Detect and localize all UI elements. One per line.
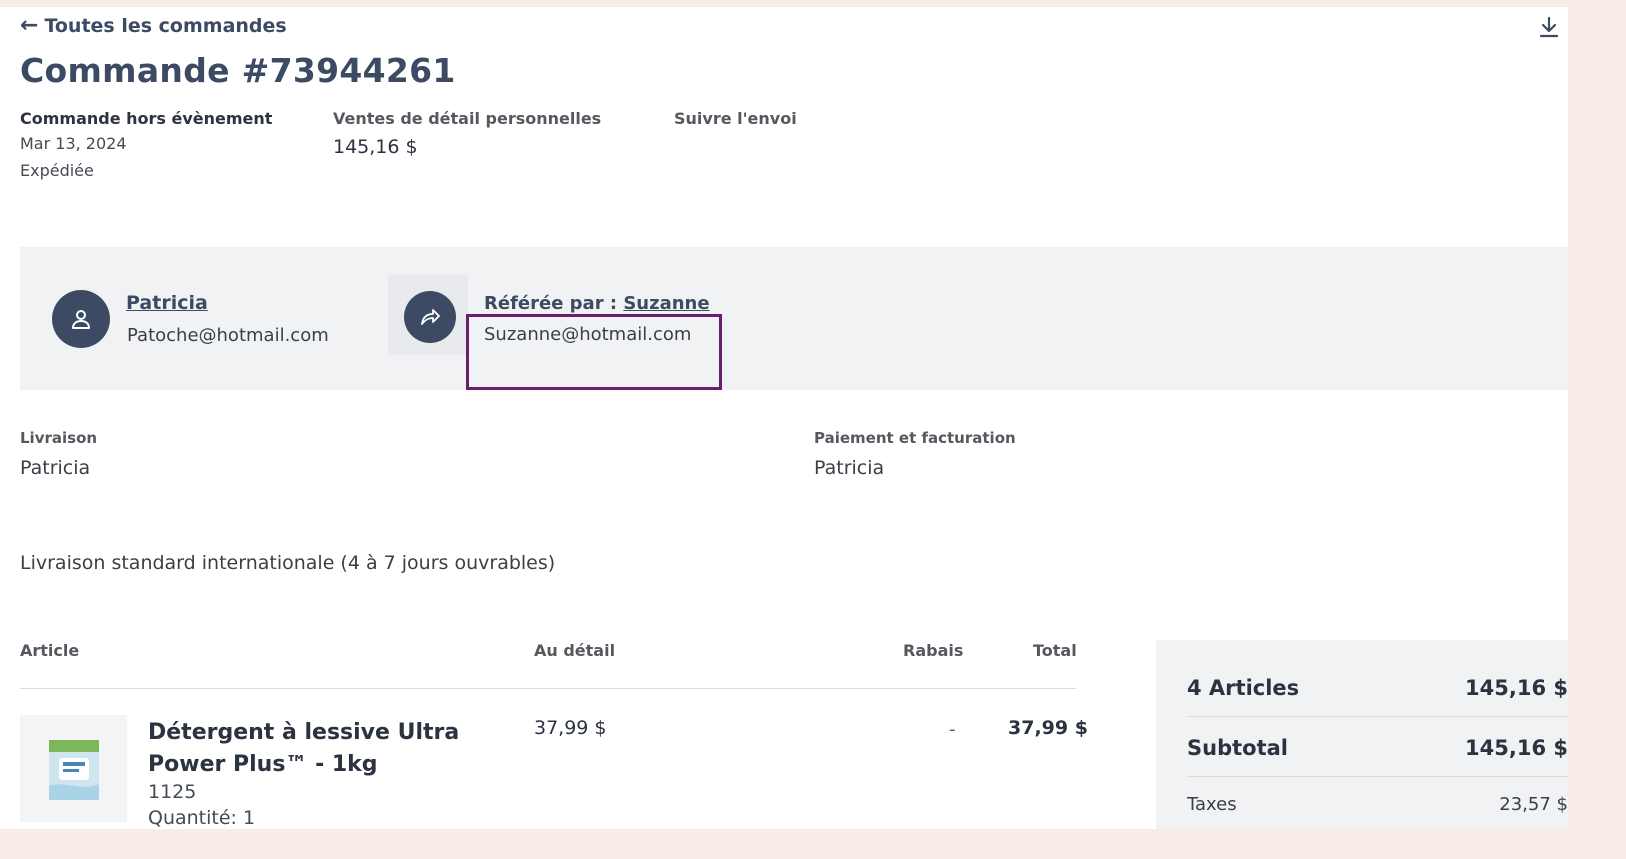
referrer-line: Référée par : Suzanne [484, 293, 710, 314]
summary-taxes-row: Taxes 23,57 $ [1187, 794, 1568, 815]
tracking-meta: Suivre l'envoi [674, 109, 797, 128]
shipping-label: Livraison [20, 429, 98, 447]
page-title: Commande #73944261 [20, 51, 456, 90]
product-name: Détergent à lessive Ultra Power Plus™ - … [148, 720, 460, 777]
order-type: Commande hors évènement [20, 109, 273, 128]
sales-meta: Ventes de détail personnelles 145,16 $ [333, 109, 601, 158]
divider [1187, 716, 1568, 717]
summary-articles-label: 4 Articles [1187, 676, 1300, 700]
product-quantity: Quantité: 1 [148, 807, 256, 829]
column-header-retail: Au détail [534, 641, 616, 660]
summary-taxes-value: 23,57 $ [1499, 794, 1568, 815]
highlight-box [466, 314, 722, 390]
shipping-address: Livraison Patricia [20, 429, 97, 479]
summary-taxes-label: Taxes [1187, 794, 1237, 815]
contact-band: Patricia Patoche@hotmail.com Référée par… [20, 247, 1568, 390]
order-status: Expédiée [20, 161, 94, 180]
referrer-prefix: Référée par : [484, 293, 624, 314]
billing-address: Paiement et facturation Patricia [814, 429, 1016, 479]
divider [1187, 776, 1568, 777]
download-icon[interactable] [1538, 15, 1560, 39]
referrer-avatar [404, 291, 456, 343]
share-icon [421, 309, 440, 325]
column-header-discount: Rabais [903, 641, 964, 660]
back-link-label: Toutes les commandes [44, 15, 287, 37]
shipping-method: Livraison standard internationale (4 à 7… [20, 552, 556, 574]
order-summary: 4 Articles 145,16 $ Subtotal 145,16 $ Ta… [1156, 640, 1568, 829]
summary-subtotal-value: 145,16 $ [1465, 736, 1568, 760]
summary-subtotal-row: Subtotal 145,16 $ [1187, 736, 1568, 760]
billing-name: Patricia [814, 457, 885, 479]
product-retail-price: 37,99 $ [534, 717, 607, 739]
billing-label: Paiement et facturation [814, 429, 1016, 447]
column-header-total: Total [1033, 641, 1077, 660]
column-header-article: Article [20, 641, 80, 660]
customer-name-link[interactable]: Patricia [126, 292, 208, 314]
detergent-pouch-icon [48, 739, 99, 800]
product-image [20, 715, 127, 822]
arrow-left-icon: ← [20, 13, 39, 38]
product-sku: 1125 [148, 781, 197, 803]
order-date: Mar 13, 2024 [20, 134, 127, 153]
track-shipment-link[interactable]: Suivre l'envoi [674, 109, 797, 128]
summary-subtotal-label: Subtotal [1187, 736, 1288, 760]
sales-value: 145,16 $ [333, 136, 418, 158]
divider [20, 688, 1076, 689]
product-total: 37,99 $ [1008, 717, 1088, 739]
summary-articles-row: 4 Articles 145,16 $ [1187, 676, 1568, 700]
user-icon [72, 310, 90, 329]
shipping-name: Patricia [20, 457, 91, 479]
order-detail-page: ← Toutes les commandes Commande #7394426… [0, 7, 1568, 829]
referrer-name-link[interactable]: Suzanne [623, 293, 709, 314]
sales-label: Ventes de détail personnelles [333, 109, 602, 128]
referrer-avatar-wrap [388, 275, 468, 355]
customer-email: Patoche@hotmail.com [127, 325, 329, 346]
product-discount: - [949, 719, 956, 740]
back-link[interactable]: ← Toutes les commandes [20, 13, 287, 38]
summary-articles-value: 145,16 $ [1465, 676, 1568, 700]
order-meta: Commande hors évènement Mar 13, 2024 Exp… [20, 109, 272, 180]
customer-avatar [52, 290, 110, 348]
